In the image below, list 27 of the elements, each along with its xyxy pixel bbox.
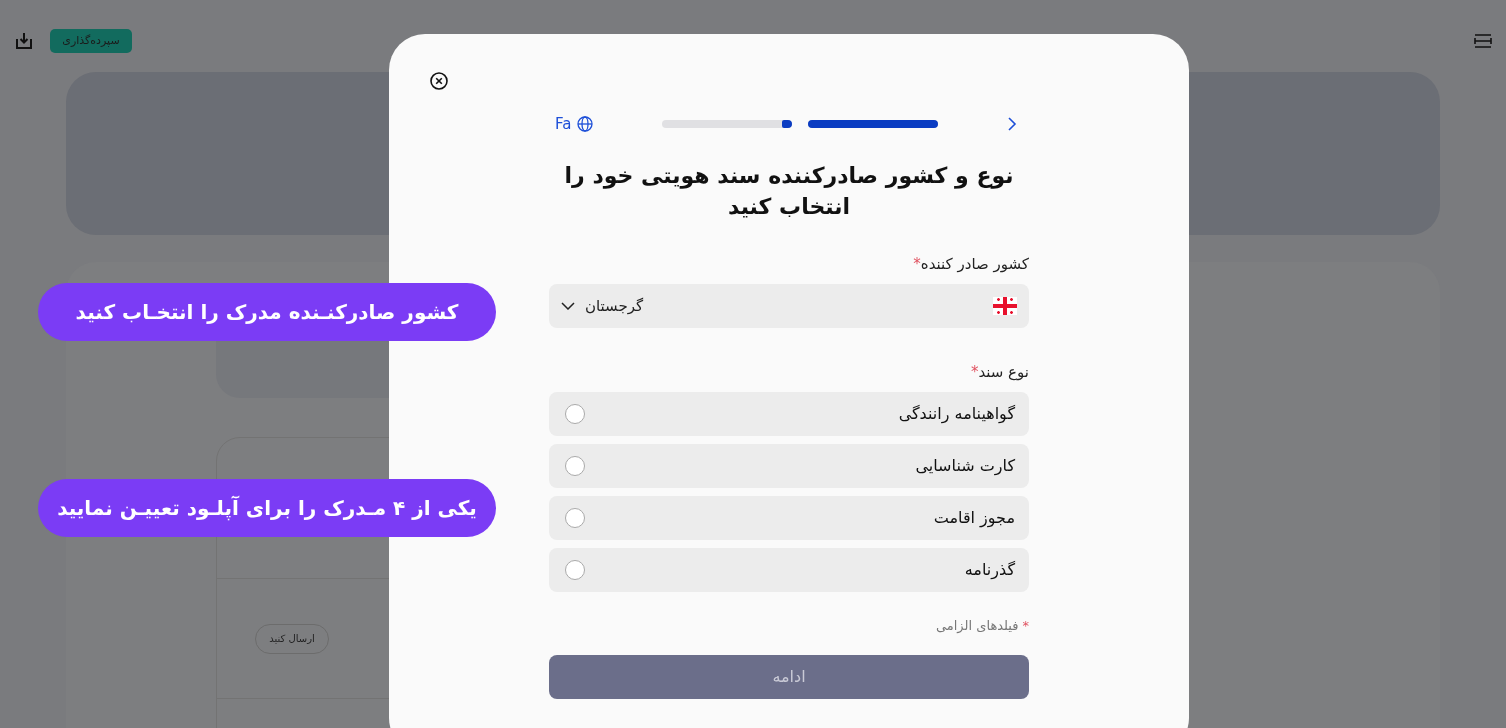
country-select[interactable]: گرجستان	[549, 284, 1029, 328]
download-icon[interactable]	[14, 31, 34, 51]
radio-button[interactable]	[565, 404, 585, 424]
select-value: گرجستان	[585, 295, 644, 317]
required-mark: *	[1022, 617, 1029, 636]
close-icon[interactable]	[430, 72, 448, 90]
document-option[interactable]: کارت شناسایی	[549, 444, 1029, 488]
document-option[interactable]: مجوز اقامت	[549, 496, 1029, 540]
document-option[interactable]: گذرنامه	[549, 548, 1029, 592]
field-label: کشور صادر کننده	[920, 253, 1029, 275]
radio-button[interactable]	[565, 508, 585, 528]
flag-icon	[993, 297, 1017, 315]
globe-icon[interactable]	[577, 116, 594, 132]
radio-button[interactable]	[565, 456, 585, 476]
language-label[interactable]: Fa	[555, 112, 572, 136]
radio-button[interactable]	[565, 560, 585, 580]
back-chevron-icon[interactable]	[1007, 116, 1017, 132]
document-option[interactable]: گواهینامه رانندگی	[549, 392, 1029, 436]
dialog-title: نوع و کشور صادرکننده سند هویتی خود را انتخاب کنید	[563, 162, 1015, 221]
required-note: فیلدهای الزامی	[935, 617, 1019, 636]
callout-label: یکی از ۴ مـدرک را برای آپلـود تعییـن نمایید	[38, 479, 496, 537]
callout-label: کشور صادرکنـنده مدرک را انتخـاب کنید	[38, 283, 496, 341]
chevron-down-icon	[561, 302, 575, 310]
required-mark: *	[970, 361, 979, 383]
required-mark: *	[913, 253, 921, 275]
menu-icon[interactable]	[1474, 33, 1492, 49]
field-label: نوع سند	[978, 361, 1029, 383]
